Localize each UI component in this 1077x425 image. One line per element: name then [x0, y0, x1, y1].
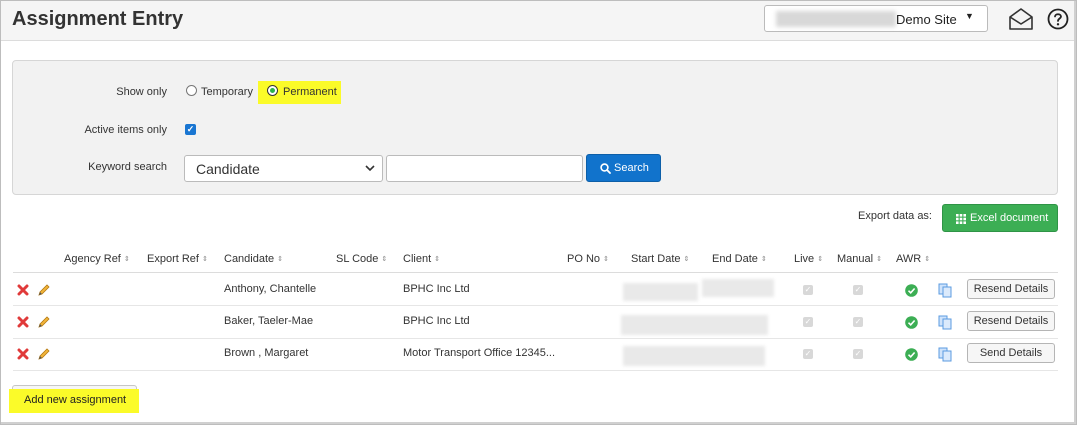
row-divider: [13, 370, 1058, 371]
column-header[interactable]: Start Date ⇕: [631, 253, 689, 265]
active-only-checkbox[interactable]: ✓: [185, 124, 196, 135]
keyword-search-label: Keyword search: [88, 161, 167, 173]
sort-icon: ⇕: [123, 256, 130, 263]
envelope-open-icon[interactable]: [1008, 7, 1034, 31]
column-header-label: Start Date: [631, 253, 681, 265]
radio-permanent[interactable]: [267, 85, 278, 96]
column-header[interactable]: SL Code ⇕: [336, 253, 387, 265]
keyword-field-value: Candidate: [196, 161, 260, 177]
redacted-dates: [623, 346, 765, 366]
column-header[interactable]: Export Ref ⇕: [147, 253, 208, 265]
candidate-cell: Brown , Margaret: [224, 347, 309, 359]
column-header-label: PO No: [567, 253, 601, 265]
check-circle-icon: [905, 348, 918, 361]
active-only-label: Active items only: [84, 124, 167, 136]
sort-icon: ⇕: [876, 256, 882, 263]
column-header[interactable]: Client ⇕: [403, 253, 440, 265]
pencil-icon[interactable]: [37, 347, 51, 361]
column-header-label: Live: [794, 253, 815, 265]
column-header[interactable]: Manual ⇕: [837, 253, 882, 265]
row-divider: [13, 338, 1058, 339]
sort-icon: ⇕: [924, 256, 931, 263]
resend-details-button[interactable]: Resend Details: [967, 279, 1055, 299]
table-header-divider: [13, 272, 1058, 273]
column-header[interactable]: Candidate ⇕: [224, 253, 283, 265]
page-title: Assignment Entry: [12, 8, 184, 30]
column-header-label: Agency Ref: [64, 253, 121, 265]
search-icon: [600, 163, 611, 174]
check-circle-icon: [905, 316, 918, 329]
sort-icon: ⇕: [683, 256, 690, 263]
redacted-end-date: [702, 279, 774, 297]
chevron-down-icon: [365, 165, 375, 172]
sort-icon: ⇕: [381, 256, 388, 263]
sort-icon: ⇕: [603, 256, 609, 263]
site-selector[interactable]: Demo Site ▼: [764, 5, 988, 32]
page-header: Assignment Entry Demo Site ▼: [1, 1, 1074, 41]
site-selector-label: Demo Site: [896, 12, 957, 27]
delete-icon[interactable]: [17, 316, 29, 328]
column-header-label: Manual: [837, 253, 874, 265]
row-divider: [13, 305, 1058, 306]
candidate-cell: Anthony, Chantelle: [224, 283, 317, 295]
column-header[interactable]: Live ⇕: [794, 253, 823, 265]
column-header[interactable]: AWR ⇕: [896, 253, 930, 265]
radio-permanent-label[interactable]: Permanent: [283, 86, 337, 98]
redacted-dates: [621, 315, 768, 335]
column-header-label: Export Ref: [147, 253, 199, 265]
sort-icon: ⇕: [434, 256, 440, 263]
live-checkbox: ✓: [803, 317, 813, 327]
copy-icon[interactable]: [938, 283, 953, 298]
keyword-input[interactable]: [386, 155, 583, 182]
column-header[interactable]: End Date ⇕: [712, 253, 767, 265]
check-circle-icon: [905, 284, 918, 297]
export-label: Export data as:: [858, 210, 932, 222]
live-checkbox: ✓: [803, 285, 813, 295]
pencil-icon[interactable]: [37, 315, 51, 329]
search-button-label: Search: [614, 162, 649, 174]
column-header-label: SL Code: [336, 253, 379, 265]
sort-icon: ⇕: [277, 256, 284, 263]
sort-icon: ⇕: [817, 256, 824, 263]
excel-export-label: Excel document: [970, 212, 1049, 224]
caret-down-icon: ▼: [965, 11, 974, 21]
client-cell: BPHC Inc Ltd: [403, 283, 470, 295]
sort-icon: ⇕: [760, 256, 767, 263]
redacted-start-date: [623, 283, 698, 301]
column-header[interactable]: PO No ⇕: [567, 253, 609, 265]
copy-icon[interactable]: [938, 315, 953, 330]
resend-details-button[interactable]: Resend Details: [967, 311, 1055, 331]
keyword-field-select[interactable]: Candidate: [184, 155, 383, 182]
send-details-button[interactable]: Send Details: [967, 343, 1055, 363]
redacted-text: [776, 11, 896, 27]
manual-checkbox: ✓: [853, 317, 863, 327]
show-only-label: Show only: [116, 86, 167, 98]
live-checkbox: ✓: [803, 349, 813, 359]
delete-icon[interactable]: [17, 348, 29, 360]
radio-temporary-label[interactable]: Temporary: [201, 86, 253, 98]
help-icon[interactable]: [1047, 8, 1069, 30]
column-header-label: End Date: [712, 253, 758, 265]
search-button[interactable]: Search: [586, 154, 661, 182]
delete-icon[interactable]: [17, 284, 29, 296]
candidate-cell: Baker, Taeler-Mae: [224, 315, 314, 327]
copy-icon[interactable]: [938, 347, 953, 362]
manual-checkbox: ✓: [853, 349, 863, 359]
column-header-label: AWR: [896, 253, 922, 265]
client-cell: BPHC Inc Ltd: [403, 315, 470, 327]
column-header[interactable]: Agency Ref ⇕: [64, 253, 130, 265]
column-header-label: Client: [403, 253, 432, 265]
column-header-label: Candidate: [224, 253, 275, 265]
sort-icon: ⇕: [201, 256, 208, 263]
client-cell: Motor Transport Office 12345...: [403, 347, 556, 359]
add-assignment-label[interactable]: Add new assignment: [24, 394, 126, 406]
excel-export-button[interactable]: Excel document: [942, 204, 1058, 232]
pencil-icon[interactable]: [37, 283, 51, 297]
radio-temporary[interactable]: [186, 85, 197, 96]
manual-checkbox: ✓: [853, 285, 863, 295]
grid-icon: [956, 214, 966, 224]
